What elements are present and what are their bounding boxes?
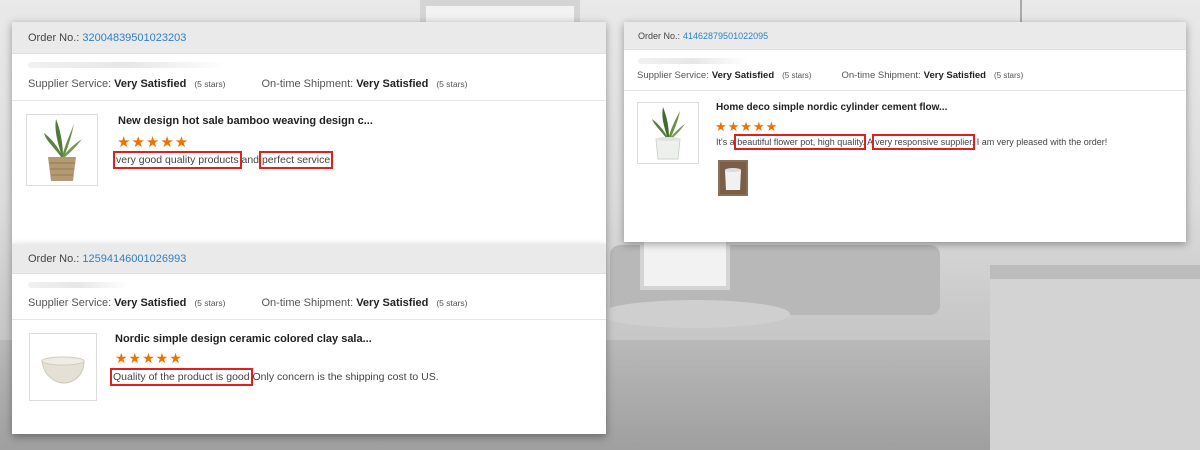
shipment-label: On-time Shipment: — [841, 70, 921, 81]
supplier-service-stars: (5 stars) — [194, 79, 226, 89]
highlight-supplier: very responsive supplier — [872, 134, 975, 150]
supplier-service-value: Very Satisfied — [114, 78, 187, 90]
order-bar: Order No.: 32004839501023203 — [12, 22, 606, 54]
divider — [12, 100, 606, 101]
review-card-1: Order No.: 32004839501023203 Supplier Se… — [12, 22, 606, 244]
product-thumbnail[interactable] — [29, 333, 97, 401]
divider — [624, 90, 1186, 91]
background-cabinet — [990, 265, 1200, 450]
shipment-value: Very Satisfied — [356, 297, 429, 309]
service-ratings: Supplier Service: Very Satisfied (5 star… — [28, 297, 468, 309]
supplier-service-label: Supplier Service: — [28, 78, 112, 90]
order-number-link[interactable]: 12594146001026993 — [82, 253, 186, 265]
review-text-rest: Only concern is the shipping cost to US. — [249, 371, 439, 383]
review-card-2: Order No.: 12594146001026993 Supplier Se… — [12, 244, 606, 434]
review-text: very good quality products and perfect s… — [113, 151, 334, 169]
order-label: Order No.: — [28, 252, 80, 265]
order-number-link[interactable]: 32004839501023203 — [82, 32, 186, 44]
service-ratings: Supplier Service: Very Satisfied (5 star… — [637, 70, 1023, 81]
shipment-stars: (5 stars) — [993, 71, 1024, 80]
review-card-3: Order No.: 41462879501022095 Supplier Se… — [624, 22, 1186, 242]
shipment-value: Very Satisfied — [356, 78, 429, 90]
highlight-service: perfect service — [258, 151, 334, 169]
highlight-quality: Quality of the product is good — [110, 368, 253, 386]
supplier-service-stars: (5 stars) — [194, 298, 226, 308]
supplier-service-stars: (5 stars) — [782, 71, 812, 80]
product-thumbnail[interactable] — [637, 102, 699, 164]
review-text-rest: . I am very pleased with the order! — [971, 137, 1108, 147]
supplier-service-label: Supplier Service: — [28, 297, 112, 309]
order-number-link[interactable]: 41462879501022095 — [683, 31, 768, 41]
shipment-stars: (5 stars) — [436, 79, 468, 89]
highlight-quality: beautiful flower pot, high quality — [734, 134, 866, 150]
review-text-prefix: It's a — [716, 137, 738, 147]
divider — [12, 319, 606, 320]
rating-stars: ★★★★★ — [715, 119, 779, 134]
blurred-buyer-name — [638, 58, 748, 64]
supplier-service-value: Very Satisfied — [114, 297, 187, 309]
shipment-label: On-time Shipment: — [261, 297, 354, 309]
blurred-buyer-name — [28, 282, 128, 288]
order-label: Order No.: — [638, 30, 681, 41]
review-text-connector: . A — [862, 137, 876, 147]
ceramic-bowl-icon — [41, 356, 85, 384]
highlight-quality: very good quality products — [113, 151, 242, 169]
rating-stars: ★★★★★ — [115, 350, 183, 366]
supplier-service-label: Supplier Service: — [637, 70, 709, 81]
review-text: It's a beautiful flower pot, high qualit… — [716, 134, 1108, 150]
product-title-link[interactable]: Home deco simple nordic cylinder cement … — [716, 102, 947, 113]
blurred-buyer-name — [28, 62, 228, 68]
review-photo[interactable] — [718, 160, 748, 196]
product-thumbnail[interactable] — [26, 114, 98, 186]
shipment-value: Very Satisfied — [923, 70, 986, 81]
shipment-stars: (5 stars) — [436, 298, 468, 308]
supplier-service-value: Very Satisfied — [711, 70, 775, 81]
order-bar: Order No.: 41462879501022095 — [624, 22, 1186, 50]
order-label: Order No.: — [28, 31, 80, 44]
product-title-link[interactable]: New design hot sale bamboo weaving desig… — [118, 115, 373, 127]
review-text-connector: and — [238, 154, 262, 166]
snake-plant-pot-icon — [652, 107, 685, 160]
cement-pot-photo-icon — [720, 162, 746, 194]
order-bar: Order No.: 12594146001026993 — [12, 244, 606, 274]
background-table — [600, 300, 790, 328]
service-ratings: Supplier Service: Very Satisfied (5 star… — [28, 78, 468, 90]
product-title-link[interactable]: Nordic simple design ceramic colored cla… — [115, 333, 372, 345]
shipment-label: On-time Shipment: — [261, 78, 354, 90]
rating-stars: ★★★★★ — [117, 134, 190, 151]
review-text: Quality of the product is good Only conc… — [110, 368, 439, 386]
snake-plant-basket-icon — [44, 119, 82, 181]
